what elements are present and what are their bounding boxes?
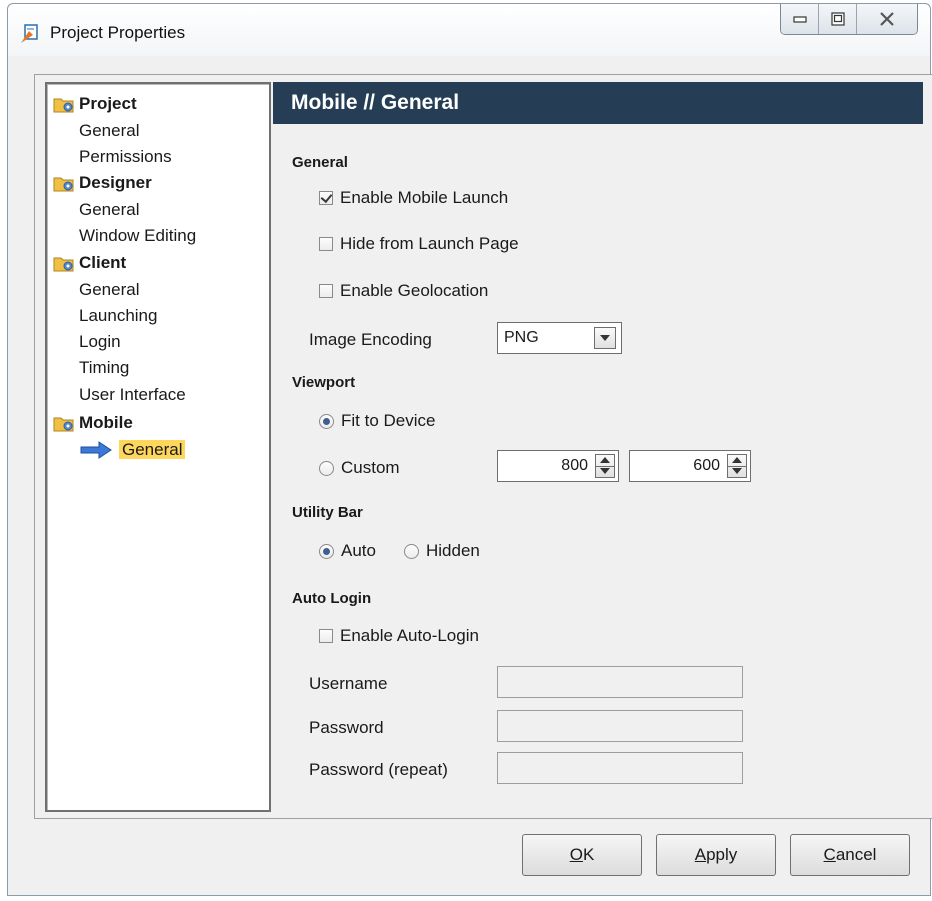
tree-item-client-login[interactable]: Login <box>79 331 121 353</box>
chevron-down-icon[interactable] <box>594 327 616 349</box>
spinner-buttons <box>727 454 747 478</box>
apply-button[interactable]: Apply <box>656 834 776 876</box>
close-icon <box>880 12 894 26</box>
tree-group-designer[interactable]: Designer <box>53 172 152 194</box>
tree-item-project-permissions[interactable]: Permissions <box>79 146 172 168</box>
maximize-icon <box>830 12 845 26</box>
utility-bar-hidden-radio[interactable]: Hidden <box>404 541 480 561</box>
content-frame: Project General Permissions Designer Gen… <box>34 74 932 819</box>
tree-group-label: Project <box>79 94 137 113</box>
username-input[interactable] <box>497 666 743 698</box>
checkbox-label: Enable Auto-Login <box>340 626 479 645</box>
project-properties-icon <box>21 24 38 43</box>
tree-item-designer-general[interactable]: General <box>79 199 139 221</box>
spinner-buttons <box>595 454 615 478</box>
spin-down-icon[interactable] <box>728 466 746 477</box>
password-repeat-input[interactable] <box>497 752 743 784</box>
ok-button-label: K <box>582 845 595 864</box>
hide-from-launch-page-checkbox[interactable]: Hide from Launch Page <box>319 234 519 254</box>
tree-item-selected-label: General <box>119 440 186 459</box>
minimize-icon <box>792 16 807 23</box>
cancel-button-mnemonic: C <box>823 845 836 864</box>
section-title-viewport: Viewport <box>292 374 356 391</box>
viewport-width-spinner[interactable]: 800 <box>497 450 619 482</box>
checkbox-box[interactable] <box>319 191 333 205</box>
image-encoding-label: Image Encoding <box>309 330 432 349</box>
checkbox-box[interactable] <box>319 284 333 298</box>
section-title-auto-login: Auto Login <box>292 590 372 607</box>
enable-mobile-launch-checkbox[interactable]: Enable Mobile Launch <box>319 188 508 208</box>
enable-geolocation-checkbox[interactable]: Enable Geolocation <box>319 281 488 301</box>
password-input[interactable] <box>497 710 743 742</box>
image-encoding-select[interactable]: PNG <box>497 322 622 354</box>
tree-item-designer-window-editing[interactable]: Window Editing <box>79 225 196 247</box>
password-repeat-label: Password (repeat) <box>309 760 448 779</box>
checkbox-box[interactable] <box>319 629 333 643</box>
settings-panel: Mobile // General General Enable Mobile … <box>273 82 923 812</box>
radio-label: Custom <box>341 458 400 477</box>
panel-header: Mobile // General <box>273 82 923 124</box>
window-controls <box>780 4 918 35</box>
section-title-general: General <box>292 154 348 171</box>
apply-button-mnemonic: A <box>694 845 707 864</box>
viewport-height-spinner[interactable]: 600 <box>629 450 751 482</box>
cancel-button-label: ancel <box>835 845 877 864</box>
radio-label: Auto <box>341 541 376 560</box>
tree-group-label: Mobile <box>79 413 133 432</box>
checkbox-label: Enable Mobile Launch <box>340 188 509 207</box>
radio-button[interactable] <box>319 460 334 476</box>
title-bar[interactable]: Project Properties <box>8 4 930 56</box>
tree-group-mobile[interactable]: Mobile <box>53 412 133 434</box>
custom-radio[interactable]: Custom <box>319 458 400 478</box>
radio-button[interactable] <box>319 413 334 429</box>
folder-gear-icon <box>53 98 74 113</box>
tree-group-label: Designer <box>79 173 152 192</box>
ok-button-mnemonic: O <box>569 845 583 864</box>
close-button[interactable] <box>857 4 917 34</box>
tree-item-client-launching[interactable]: Launching <box>79 305 157 327</box>
radio-button[interactable] <box>404 543 419 559</box>
ok-button[interactable]: OK <box>522 834 642 876</box>
enable-auto-login-checkbox[interactable]: Enable Auto-Login <box>319 626 479 646</box>
checkbox-box[interactable] <box>319 237 333 251</box>
cancel-button[interactable]: Cancel <box>790 834 910 876</box>
window-title: Project Properties <box>50 23 186 42</box>
fit-to-device-radio[interactable]: Fit to Device <box>319 411 435 431</box>
image-encoding-value: PNG <box>504 329 539 346</box>
project-properties-window: Project Properties Project General Permi… <box>7 3 932 896</box>
checkbox-label: Enable Geolocation <box>340 281 489 300</box>
folder-gear-icon <box>53 417 74 432</box>
radio-label: Hidden <box>426 541 480 560</box>
navigation-tree[interactable]: Project General Permissions Designer Gen… <box>45 82 271 812</box>
maximize-button[interactable] <box>819 4 857 34</box>
viewport-height-value: 600 <box>693 457 720 474</box>
utility-bar-auto-radio[interactable]: Auto <box>319 541 376 561</box>
folder-gear-icon <box>53 257 74 272</box>
arrow-right-icon <box>80 441 112 459</box>
username-label: Username <box>309 674 388 693</box>
tree-item-mobile-general[interactable]: General <box>119 439 186 461</box>
tree-group-project[interactable]: Project <box>53 93 137 115</box>
radio-button[interactable] <box>319 543 334 559</box>
tree-item-client-timing[interactable]: Timing <box>79 357 129 379</box>
tree-group-label: Client <box>79 253 127 272</box>
section-title-utility-bar: Utility Bar <box>292 504 363 521</box>
viewport-width-value: 800 <box>561 457 588 474</box>
checkbox-label: Hide from Launch Page <box>340 234 519 253</box>
tree-item-client-user-interface[interactable]: User Interface <box>79 384 186 406</box>
spin-down-icon[interactable] <box>596 466 614 477</box>
password-label: Password <box>309 718 384 737</box>
tree-item-project-general[interactable]: General <box>79 120 139 142</box>
tree-item-client-general[interactable]: General <box>79 279 139 301</box>
apply-button-label: pply <box>706 845 738 864</box>
folder-gear-icon <box>53 177 74 192</box>
radio-label: Fit to Device <box>341 411 436 430</box>
tree-group-client[interactable]: Client <box>53 252 127 274</box>
minimize-button[interactable] <box>781 4 819 34</box>
